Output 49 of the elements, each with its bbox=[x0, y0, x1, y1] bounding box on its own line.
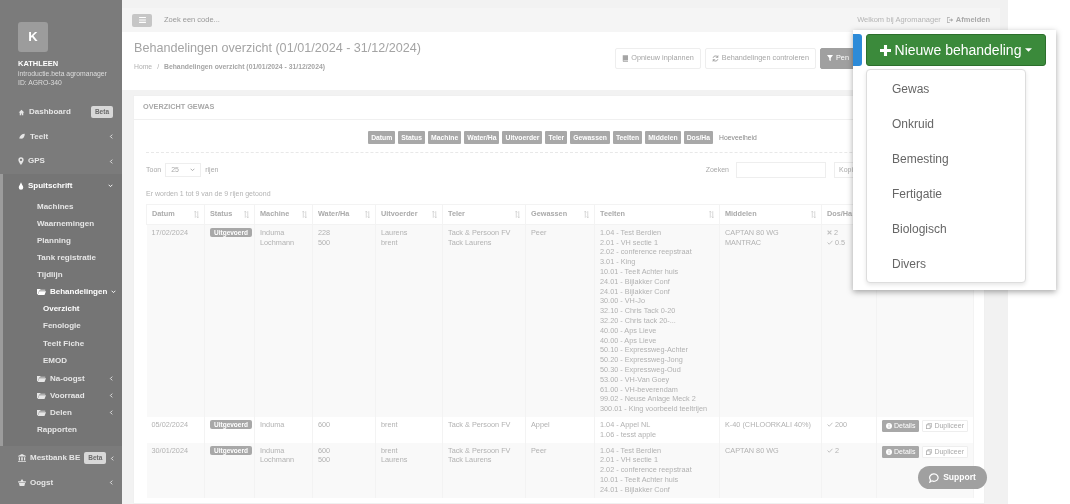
folder-icon bbox=[37, 392, 46, 399]
menu-icon bbox=[138, 17, 146, 23]
logout-icon bbox=[946, 17, 954, 23]
chevron-down-icon bbox=[190, 168, 196, 173]
sidebar-item[interactable]: Machines bbox=[3, 198, 122, 215]
sidebar-item[interactable]: Spuitschrift bbox=[3, 173, 122, 198]
sidebar-item[interactable]: Teelt Fiche bbox=[3, 335, 122, 353]
book-icon bbox=[622, 54, 629, 62]
leaf-icon bbox=[18, 133, 26, 141]
sidebar-item[interactable]: Fenologie bbox=[3, 317, 122, 335]
folder-icon bbox=[37, 288, 46, 295]
new-treatment-button[interactable]: Nieuwe behandeling bbox=[866, 34, 1046, 66]
sidebar-item[interactable]: EMOD bbox=[3, 352, 122, 370]
sidebar-item[interactable]: Tijdlijn bbox=[3, 266, 122, 283]
sidebar-item[interactable]: Planning bbox=[3, 232, 122, 249]
sidebar-item[interactable]: Tank registratie bbox=[3, 249, 122, 266]
menu-item[interactable]: Bemesting bbox=[867, 142, 1025, 177]
chat-bubble-icon bbox=[929, 472, 940, 483]
folder-icon bbox=[37, 375, 46, 382]
filter-icon bbox=[827, 55, 833, 62]
bank-icon bbox=[18, 454, 26, 463]
button[interactable] bbox=[853, 34, 862, 66]
page-title: Behandelingen overzicht (01/01/2024 - 31/12/2024) bbox=[134, 41, 422, 57]
menu-button[interactable] bbox=[132, 13, 152, 27]
house-icon bbox=[18, 108, 25, 116]
info-icon bbox=[886, 423, 892, 429]
basket-icon bbox=[18, 479, 26, 487]
sidebar-item[interactable]: Rapporten bbox=[3, 421, 122, 438]
sidebar-item[interactable]: Behandelingen bbox=[3, 283, 122, 300]
sidebar-item[interactable]: Voorraad bbox=[3, 387, 122, 404]
droplet-icon bbox=[18, 181, 24, 190]
menu-item[interactable]: Divers bbox=[867, 247, 1025, 282]
sidebar-item[interactable]: Waarnemingen bbox=[3, 215, 122, 232]
refresh-icon bbox=[711, 54, 719, 62]
plus-icon bbox=[879, 44, 891, 56]
sidebar-item[interactable]: Delen bbox=[3, 404, 122, 421]
support-button[interactable]: Support bbox=[918, 466, 987, 489]
avatar: K bbox=[18, 22, 48, 52]
copy-icon bbox=[926, 448, 933, 455]
copy-icon bbox=[926, 423, 933, 429]
sidebar-item[interactable]: Teelt bbox=[0, 124, 122, 149]
sidebar-item[interactable]: Na-oogst bbox=[3, 370, 122, 387]
sidebar-item[interactable]: Overzicht bbox=[3, 300, 122, 318]
sidebar-item[interactable]: Oogst bbox=[0, 470, 122, 495]
info-icon bbox=[886, 448, 892, 455]
caret-icon bbox=[1025, 48, 1033, 52]
sidebar-item[interactable]: GPS bbox=[0, 149, 122, 174]
location-pin-icon bbox=[18, 157, 24, 166]
folder-icon bbox=[37, 409, 46, 416]
